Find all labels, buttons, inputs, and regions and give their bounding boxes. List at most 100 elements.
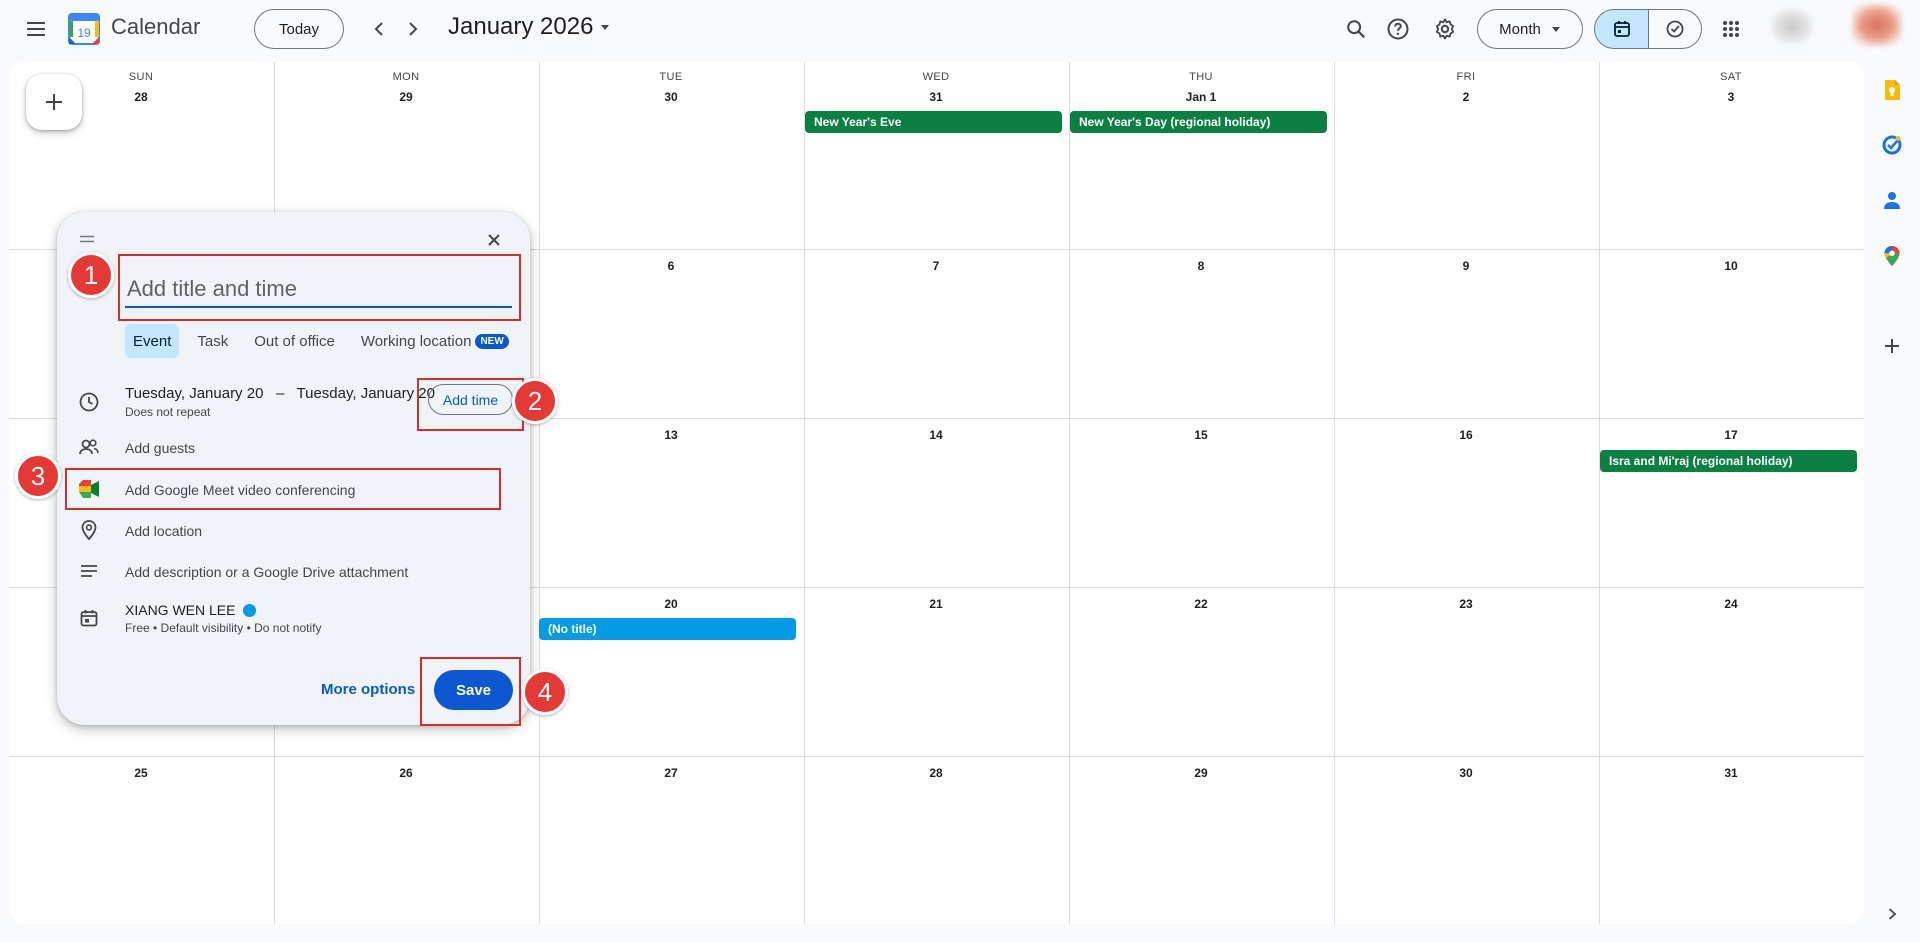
column-divider xyxy=(1069,62,1070,924)
day-number[interactable]: 29 xyxy=(1171,766,1231,780)
date-range[interactable]: Tuesday, January 20 – Tuesday, January 2… xyxy=(125,385,435,402)
column-divider xyxy=(1334,62,1335,924)
day-number[interactable]: Jan 1 xyxy=(1171,90,1231,104)
apps-button[interactable] xyxy=(1711,9,1751,49)
calendar-owner-details: Free • Default visibility • Do not notif… xyxy=(125,621,322,635)
day-number[interactable]: 30 xyxy=(641,90,701,104)
top-bar: 19 Calendar Today January 2026 Month xyxy=(0,0,1920,58)
expand-side-panel-icon[interactable] xyxy=(1880,902,1904,926)
calendar-logo[interactable]: 19 xyxy=(68,13,100,45)
logo-day: 19 xyxy=(77,26,91,40)
tab-out-of-office[interactable]: Out of office xyxy=(246,324,343,358)
day-number[interactable]: 7 xyxy=(906,259,966,273)
add-addon-icon[interactable] xyxy=(1880,334,1904,358)
column-divider xyxy=(1599,62,1600,924)
tab-task[interactable]: Task xyxy=(189,324,236,358)
keep-icon[interactable] xyxy=(1880,78,1904,102)
previous-month-button[interactable] xyxy=(364,13,396,45)
event-chip[interactable]: New Year's Eve xyxy=(805,111,1062,133)
location-icon xyxy=(77,518,101,542)
contacts-icon[interactable] xyxy=(1880,188,1904,212)
create-button[interactable] xyxy=(26,74,82,130)
weekday-header: TUE xyxy=(659,71,683,83)
column-divider xyxy=(804,62,805,924)
drag-handle-icon xyxy=(80,235,94,243)
calendar-owner-name: XIANG WEN LEE xyxy=(125,602,236,618)
day-number[interactable]: 25 xyxy=(111,766,171,780)
account-info-blurred[interactable] xyxy=(1770,8,1814,44)
weekday-header: THU xyxy=(1189,71,1213,83)
add-description-field[interactable]: Add description or a Google Drive attach… xyxy=(125,564,408,580)
apps-grid-icon xyxy=(1723,21,1739,37)
day-number[interactable]: 27 xyxy=(641,766,701,780)
annotation-badge-2: 2 xyxy=(512,378,558,424)
day-number[interactable]: 16 xyxy=(1436,428,1496,442)
plus-icon xyxy=(46,94,62,110)
day-number[interactable]: 23 xyxy=(1436,597,1496,611)
search-button[interactable] xyxy=(1336,9,1376,49)
day-number[interactable]: 22 xyxy=(1171,597,1231,611)
add-location-field[interactable]: Add location xyxy=(125,523,202,539)
add-guests-field[interactable]: Add guests xyxy=(125,440,195,456)
date-end: Tuesday, January 20 xyxy=(296,385,435,402)
next-month-button[interactable] xyxy=(396,13,428,45)
settings-button[interactable] xyxy=(1425,9,1465,49)
weekday-header: SAT xyxy=(1720,71,1742,83)
clock-icon xyxy=(77,390,101,414)
dropdown-arrow-icon xyxy=(601,25,610,30)
day-number[interactable]: 20 xyxy=(641,597,701,611)
day-number[interactable]: 31 xyxy=(1701,766,1761,780)
help-button[interactable] xyxy=(1378,9,1418,49)
day-number[interactable]: 28 xyxy=(906,766,966,780)
tab-working-location[interactable]: Working location NEW xyxy=(353,324,517,358)
day-number[interactable]: 2 xyxy=(1436,90,1496,104)
maps-icon[interactable] xyxy=(1880,244,1904,268)
tasks-view-toggle[interactable] xyxy=(1648,9,1702,49)
day-number[interactable]: 21 xyxy=(906,597,966,611)
calendar-owner[interactable]: XIANG WEN LEE xyxy=(125,602,257,618)
calendar-icon xyxy=(1613,21,1630,37)
event-chip[interactable]: (No title) xyxy=(539,618,796,640)
day-number[interactable]: 6 xyxy=(641,259,701,273)
repeat-setting[interactable]: Does not repeat xyxy=(125,405,210,419)
day-number[interactable]: 13 xyxy=(641,428,701,442)
day-number[interactable]: 29 xyxy=(376,90,436,104)
annotation-badge-4: 4 xyxy=(522,669,568,715)
calendar-view-toggle[interactable] xyxy=(1594,9,1649,49)
annotation-badge-3: 3 xyxy=(15,453,61,499)
close-button[interactable] xyxy=(478,224,510,256)
weekday-header: SUN xyxy=(128,71,154,83)
view-selector[interactable]: Month xyxy=(1477,9,1583,49)
day-number[interactable]: 14 xyxy=(906,428,966,442)
drag-handle[interactable] xyxy=(77,232,97,244)
weekday-header: WED xyxy=(922,71,950,83)
highlight-title xyxy=(118,254,521,321)
day-number[interactable]: 17 xyxy=(1701,428,1761,442)
event-chip[interactable]: New Year's Day (regional holiday) xyxy=(1070,111,1327,133)
tasks-icon[interactable] xyxy=(1880,133,1904,157)
day-number[interactable]: 9 xyxy=(1436,259,1496,273)
app-title[interactable]: Calendar xyxy=(111,14,200,40)
day-number[interactable]: 28 xyxy=(111,90,171,104)
more-options-button[interactable]: More options xyxy=(321,681,415,698)
day-number[interactable]: 30 xyxy=(1436,766,1496,780)
annotation-badge-1: 1 xyxy=(68,252,114,298)
day-number[interactable]: 24 xyxy=(1701,597,1761,611)
day-number[interactable]: 3 xyxy=(1701,90,1761,104)
close-icon xyxy=(488,234,500,246)
day-number[interactable]: 15 xyxy=(1171,428,1231,442)
highlight-save xyxy=(420,657,521,726)
day-number[interactable]: 8 xyxy=(1171,259,1231,273)
month-title-dropdown[interactable]: January 2026 xyxy=(448,13,611,41)
gear-icon xyxy=(1435,18,1455,40)
tab-event[interactable]: Event xyxy=(125,324,180,358)
calendar-logo-icon: 19 xyxy=(68,13,100,45)
main-menu-button[interactable] xyxy=(16,9,56,49)
day-number[interactable]: 31 xyxy=(906,90,966,104)
event-chip[interactable]: Isra and Mi'raj (regional holiday) xyxy=(1600,450,1857,472)
month-title: January 2026 xyxy=(448,13,594,40)
day-number[interactable]: 10 xyxy=(1701,259,1761,273)
day-number[interactable]: 26 xyxy=(376,766,436,780)
account-avatar-blurred[interactable] xyxy=(1852,4,1902,46)
today-button[interactable]: Today xyxy=(254,9,344,49)
